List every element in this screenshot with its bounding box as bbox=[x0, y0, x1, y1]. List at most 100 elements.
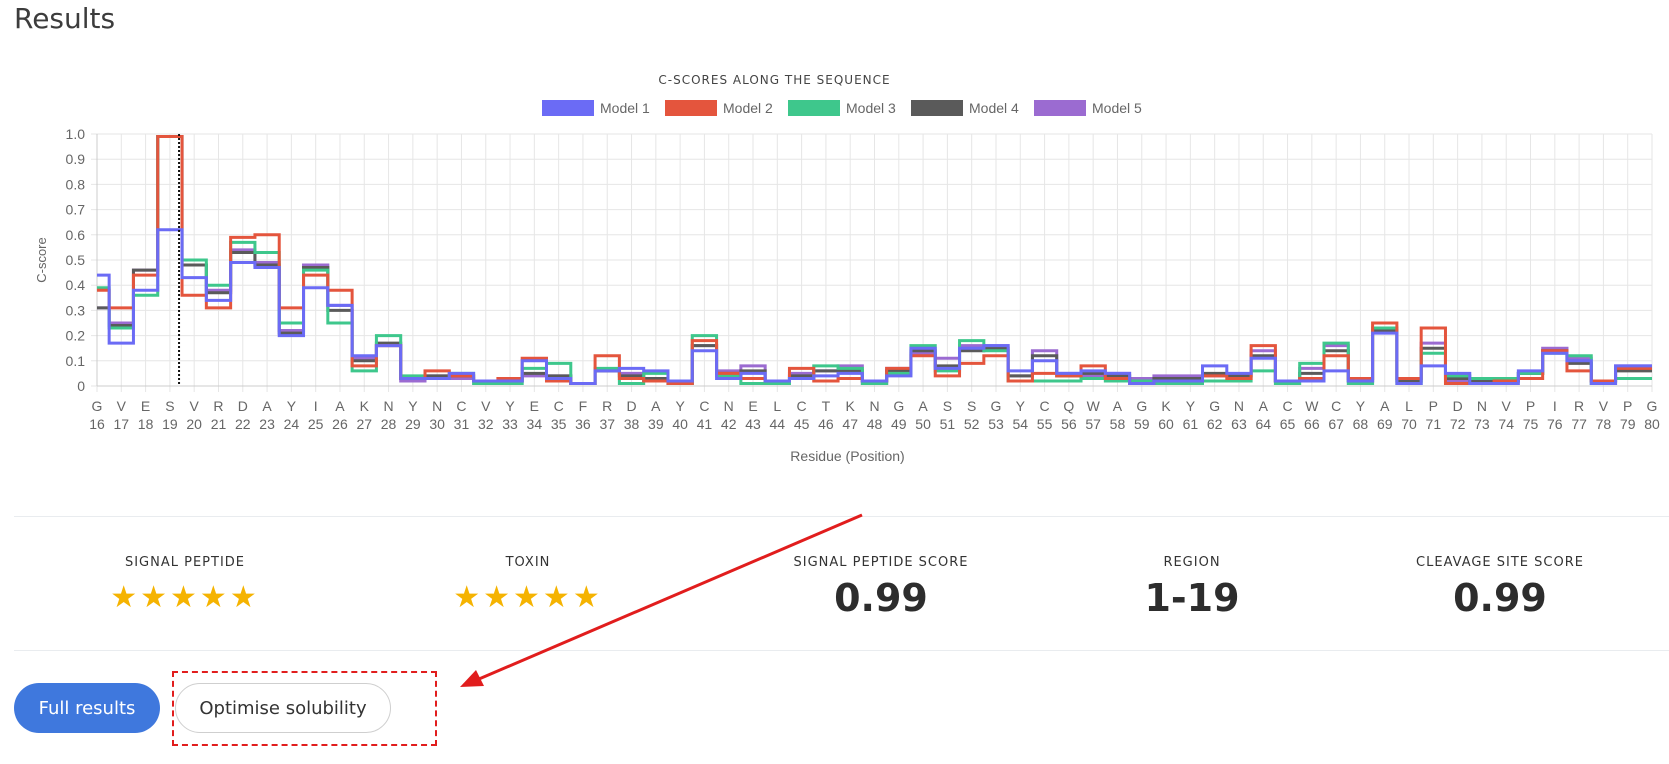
x-tick-position: 80 bbox=[1644, 416, 1660, 432]
x-tick-position: 57 bbox=[1085, 416, 1101, 432]
x-tick-position: 65 bbox=[1280, 416, 1296, 432]
y-tick-label: 0.2 bbox=[66, 328, 86, 344]
x-tick-position: 27 bbox=[356, 416, 372, 432]
y-tick-label: 0.6 bbox=[66, 227, 86, 243]
x-tick-position: 47 bbox=[842, 416, 858, 432]
star-rating-icon: ★★★★★ bbox=[453, 581, 603, 614]
x-tick-residue: N bbox=[1477, 398, 1487, 414]
x-tick-residue: E bbox=[141, 398, 150, 414]
highlight-box-annotation bbox=[172, 671, 437, 746]
x-tick-position: 42 bbox=[721, 416, 737, 432]
x-tick-position: 60 bbox=[1158, 416, 1174, 432]
stat-label: TOXIN bbox=[505, 555, 551, 570]
x-tick-position: 73 bbox=[1474, 416, 1490, 432]
x-tick-residue: K bbox=[1161, 398, 1171, 414]
x-tick-residue: K bbox=[360, 398, 370, 414]
x-tick-residue: I bbox=[314, 398, 318, 414]
x-tick-residue: N bbox=[384, 398, 394, 414]
x-tick-position: 58 bbox=[1110, 416, 1126, 432]
x-tick-position: 36 bbox=[575, 416, 591, 432]
x-tick-position: 33 bbox=[502, 416, 518, 432]
x-tick-residue: P bbox=[1623, 398, 1632, 414]
x-tick-residue: V bbox=[190, 398, 200, 414]
x-tick-position: 39 bbox=[648, 416, 664, 432]
x-tick-residue: V bbox=[117, 398, 127, 414]
stat-label: SIGNAL PEPTIDE SCORE bbox=[793, 555, 969, 570]
x-tick-residue: G bbox=[92, 398, 103, 414]
legend-swatch bbox=[911, 100, 963, 116]
x-tick-position: 71 bbox=[1426, 416, 1442, 432]
x-tick-position: 69 bbox=[1377, 416, 1393, 432]
y-tick-label: 0.1 bbox=[66, 353, 86, 369]
x-tick-position: 18 bbox=[138, 416, 154, 432]
x-tick-residue: C bbox=[1282, 398, 1292, 414]
x-tick-position: 30 bbox=[429, 416, 445, 432]
x-tick-position: 53 bbox=[988, 416, 1004, 432]
stat-label: CLEAVAGE SITE SCORE bbox=[1416, 555, 1584, 570]
x-tick-residue: W bbox=[1305, 398, 1319, 414]
stat-region: REGION 1-19 bbox=[1062, 555, 1322, 620]
x-tick-position: 70 bbox=[1401, 416, 1417, 432]
x-tick-position: 50 bbox=[915, 416, 931, 432]
y-tick-label: 0 bbox=[77, 378, 85, 394]
x-tick-position: 35 bbox=[551, 416, 567, 432]
x-tick-residue: A bbox=[1380, 398, 1390, 414]
x-tick-position: 28 bbox=[381, 416, 397, 432]
x-tick-position: 59 bbox=[1134, 416, 1150, 432]
x-tick-residue: N bbox=[724, 398, 734, 414]
stat-label: SIGNAL PEPTIDE bbox=[124, 555, 246, 570]
x-tick-position: 25 bbox=[308, 416, 324, 432]
x-tick-position: 56 bbox=[1061, 416, 1077, 432]
x-tick-position: 34 bbox=[527, 416, 543, 432]
stat-cleavage-site-score: CLEAVAGE SITE SCORE 0.99 bbox=[1370, 555, 1630, 620]
x-tick-position: 22 bbox=[235, 416, 251, 432]
legend-label: Model 2 bbox=[723, 100, 773, 116]
x-tick-residue: A bbox=[918, 398, 928, 414]
x-tick-residue: A bbox=[335, 398, 345, 414]
x-tick-position: 76 bbox=[1547, 416, 1563, 432]
x-tick-residue: A bbox=[651, 398, 661, 414]
x-tick-residue: N bbox=[432, 398, 442, 414]
x-tick-position: 23 bbox=[259, 416, 275, 432]
x-tick-residue: A bbox=[262, 398, 272, 414]
x-tick-residue: Y bbox=[408, 398, 418, 414]
x-tick-position: 24 bbox=[284, 416, 300, 432]
stat-value: 1-19 bbox=[1144, 576, 1240, 620]
x-tick-residue: R bbox=[1574, 398, 1584, 414]
page-title: Results bbox=[14, 2, 116, 35]
x-tick-residue: S bbox=[165, 398, 174, 414]
x-tick-residue: G bbox=[1136, 398, 1147, 414]
x-tick-residue: T bbox=[822, 398, 831, 414]
x-tick-position: 54 bbox=[1012, 416, 1028, 432]
x-tick-position: 48 bbox=[867, 416, 883, 432]
x-tick-residue: R bbox=[602, 398, 612, 414]
x-tick-position: 62 bbox=[1207, 416, 1223, 432]
stat-signal-peptide-score: SIGNAL PEPTIDE SCORE 0.99 bbox=[751, 555, 1011, 620]
x-tick-position: 63 bbox=[1231, 416, 1247, 432]
x-tick-position: 41 bbox=[697, 416, 713, 432]
x-tick-position: 26 bbox=[332, 416, 348, 432]
x-tick-residue: C bbox=[797, 398, 807, 414]
x-tick-residue: P bbox=[1526, 398, 1535, 414]
x-tick-residue: Y bbox=[675, 398, 685, 414]
x-tick-position: 74 bbox=[1498, 416, 1514, 432]
stat-label: REGION bbox=[1163, 555, 1221, 570]
x-tick-residue: K bbox=[846, 398, 856, 414]
x-tick-position: 68 bbox=[1353, 416, 1369, 432]
x-tick-position: 67 bbox=[1328, 416, 1344, 432]
star-rating-icon: ★★★★★ bbox=[110, 581, 260, 614]
legend-label: Model 1 bbox=[600, 100, 650, 116]
section-divider bbox=[14, 516, 1669, 517]
legend-label: Model 3 bbox=[846, 100, 896, 116]
x-tick-residue: S bbox=[943, 398, 952, 414]
full-results-button[interactable]: Full results bbox=[14, 683, 160, 733]
y-tick-label: 0.3 bbox=[66, 302, 86, 318]
x-tick-position: 44 bbox=[770, 416, 786, 432]
x-tick-position: 37 bbox=[599, 416, 615, 432]
y-tick-label: 0.4 bbox=[66, 277, 86, 293]
x-tick-position: 49 bbox=[891, 416, 907, 432]
stat-toxin: TOXIN ★★★★★ bbox=[398, 555, 658, 615]
x-tick-position: 21 bbox=[211, 416, 227, 432]
y-tick-label: 1.0 bbox=[66, 126, 86, 142]
x-tick-position: 78 bbox=[1596, 416, 1612, 432]
